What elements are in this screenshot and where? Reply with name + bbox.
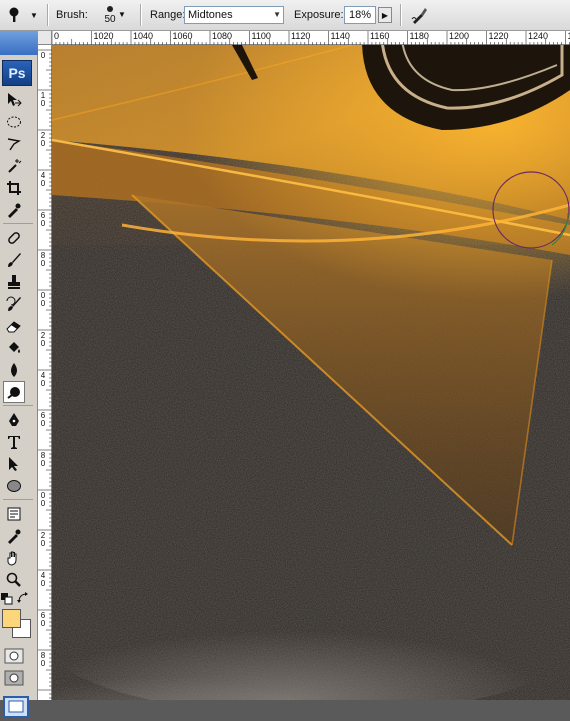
screen-mode-button[interactable] <box>3 696 29 718</box>
ruler-left-label: 40 <box>39 572 47 588</box>
eyedropper2-tool-icon[interactable] <box>3 525 25 547</box>
ruler-origin-corner[interactable] <box>38 31 52 45</box>
brush-preset-picker[interactable]: 50 ▼ <box>92 0 128 30</box>
ruler-left-label: 80 <box>39 252 47 268</box>
ruler-left-label: 20 <box>39 132 47 148</box>
chevron-down-icon: ▼ <box>118 10 126 19</box>
eyedropper-tool-icon[interactable] <box>3 199 25 221</box>
document-canvas[interactable] <box>52 45 570 700</box>
paint-bucket-tool-icon[interactable] <box>3 337 25 359</box>
eraser-tool-icon[interactable] <box>3 315 25 337</box>
ruler-top-label: 1040 <box>133 31 153 41</box>
ruler-left-label: 10 <box>39 92 47 108</box>
exposure-label: Exposure: <box>294 0 344 30</box>
ruler-top-label: 0 <box>54 31 59 41</box>
healing-brush-tool-icon[interactable] <box>3 227 25 249</box>
ruler-left-label: 00 <box>39 292 47 308</box>
ruler-top-label: 1200 <box>449 31 469 41</box>
range-label: Range: <box>150 0 185 30</box>
chevron-down-icon: ▼ <box>273 10 281 19</box>
chevron-down-icon: ▼ <box>30 11 38 20</box>
tool-preset-picker[interactable]: ▼ <box>4 0 44 30</box>
exposure-slider-button[interactable]: ▶ <box>378 7 392 23</box>
horizontal-ruler[interactable]: 0 1020 1040 1060 1080 1100 1120 1140 1160 1180 120… <box>38 31 570 45</box>
ruler-left-label: 80 <box>39 452 47 468</box>
brush-label: Brush: <box>56 0 88 30</box>
notes-tool-icon[interactable] <box>3 503 25 525</box>
brush-tip-icon <box>107 6 113 12</box>
ruler-left-label: 40 <box>39 372 47 388</box>
ruler-left-label: 20 <box>39 532 47 548</box>
quick-mask-button[interactable] <box>3 668 25 688</box>
foreground-color-swatch[interactable] <box>2 609 21 628</box>
ruler-top-label: 1140 <box>331 31 350 41</box>
burn-tool-button[interactable] <box>3 381 25 403</box>
ruler-top-label: 1240 <box>528 31 548 41</box>
chevron-right-icon: ▶ <box>382 11 388 20</box>
photoshop-logo[interactable]: Ps <box>2 60 32 86</box>
toolbox: Ps <box>0 31 38 700</box>
ruler-top-label: 1160 <box>370 31 389 41</box>
brush-size: 50 <box>104 14 115 25</box>
ruler-top-label: 1180 <box>410 31 429 41</box>
hand-tool-icon[interactable] <box>3 547 25 569</box>
crop-tool-icon[interactable] <box>3 177 25 199</box>
airbrush-icon <box>410 5 430 25</box>
ellipse-shape-tool-icon[interactable] <box>3 475 25 497</box>
ruler-top-label: 1060 <box>173 31 193 41</box>
blur-tool-icon[interactable] <box>3 359 25 381</box>
options-bar: ▼ Brush: 50 ▼ Range: Midtones ▼ Exposure… <box>0 0 570 31</box>
vertical-ruler[interactable]: 0 10 20 40 60 80 00 20 40 60 80 00 20 40 60 80 <box>38 45 52 700</box>
clone-stamp-tool-icon[interactable] <box>3 271 25 293</box>
marquee-tool-icon[interactable] <box>3 111 25 133</box>
artwork-image <box>52 45 570 700</box>
default-colors-icon[interactable] <box>1 593 13 605</box>
type-tool-icon[interactable] <box>3 431 25 453</box>
ruler-top-label: 1020 <box>94 31 114 41</box>
exposure-field[interactable]: 18% <box>344 6 376 24</box>
swap-colors-icon[interactable] <box>17 592 29 604</box>
history-brush-tool-icon[interactable] <box>3 293 25 315</box>
path-selection-tool-icon[interactable] <box>3 453 25 475</box>
range-select[interactable]: Midtones ▼ <box>184 6 284 24</box>
range-select-value: Midtones <box>188 9 233 21</box>
ruler-left-label: 80 <box>39 652 47 668</box>
pen-tool-icon[interactable] <box>3 409 25 431</box>
ruler-left-label: 60 <box>39 212 47 228</box>
magic-wand-tool-icon[interactable] <box>3 155 25 177</box>
ruler-top-label: 1220 <box>489 31 509 41</box>
ruler-top-label: 1100 <box>252 31 271 41</box>
zoom-tool-icon[interactable] <box>3 569 25 591</box>
standard-mode-button[interactable] <box>3 646 25 666</box>
ruler-left-label: 00 <box>39 492 47 508</box>
ruler-left-label: 60 <box>39 412 47 428</box>
ruler-left-label: 40 <box>39 172 47 188</box>
ruler-top-label: 1120 <box>291 31 310 41</box>
brush-tool-icon[interactable] <box>3 249 25 271</box>
burn-tool-icon <box>6 384 22 400</box>
lasso-tool-icon[interactable] <box>3 133 25 155</box>
move-tool-icon[interactable] <box>3 89 25 111</box>
toolbox-title-bar[interactable] <box>0 31 38 55</box>
ruler-left-label: 20 <box>39 332 47 348</box>
ruler-top-label: 1080 <box>212 31 232 41</box>
ruler-left-label: 0 <box>39 52 47 60</box>
burn-tool-icon <box>4 3 28 27</box>
airbrush-toggle-button[interactable] <box>408 3 432 27</box>
ruler-left-label: 60 <box>39 612 47 628</box>
